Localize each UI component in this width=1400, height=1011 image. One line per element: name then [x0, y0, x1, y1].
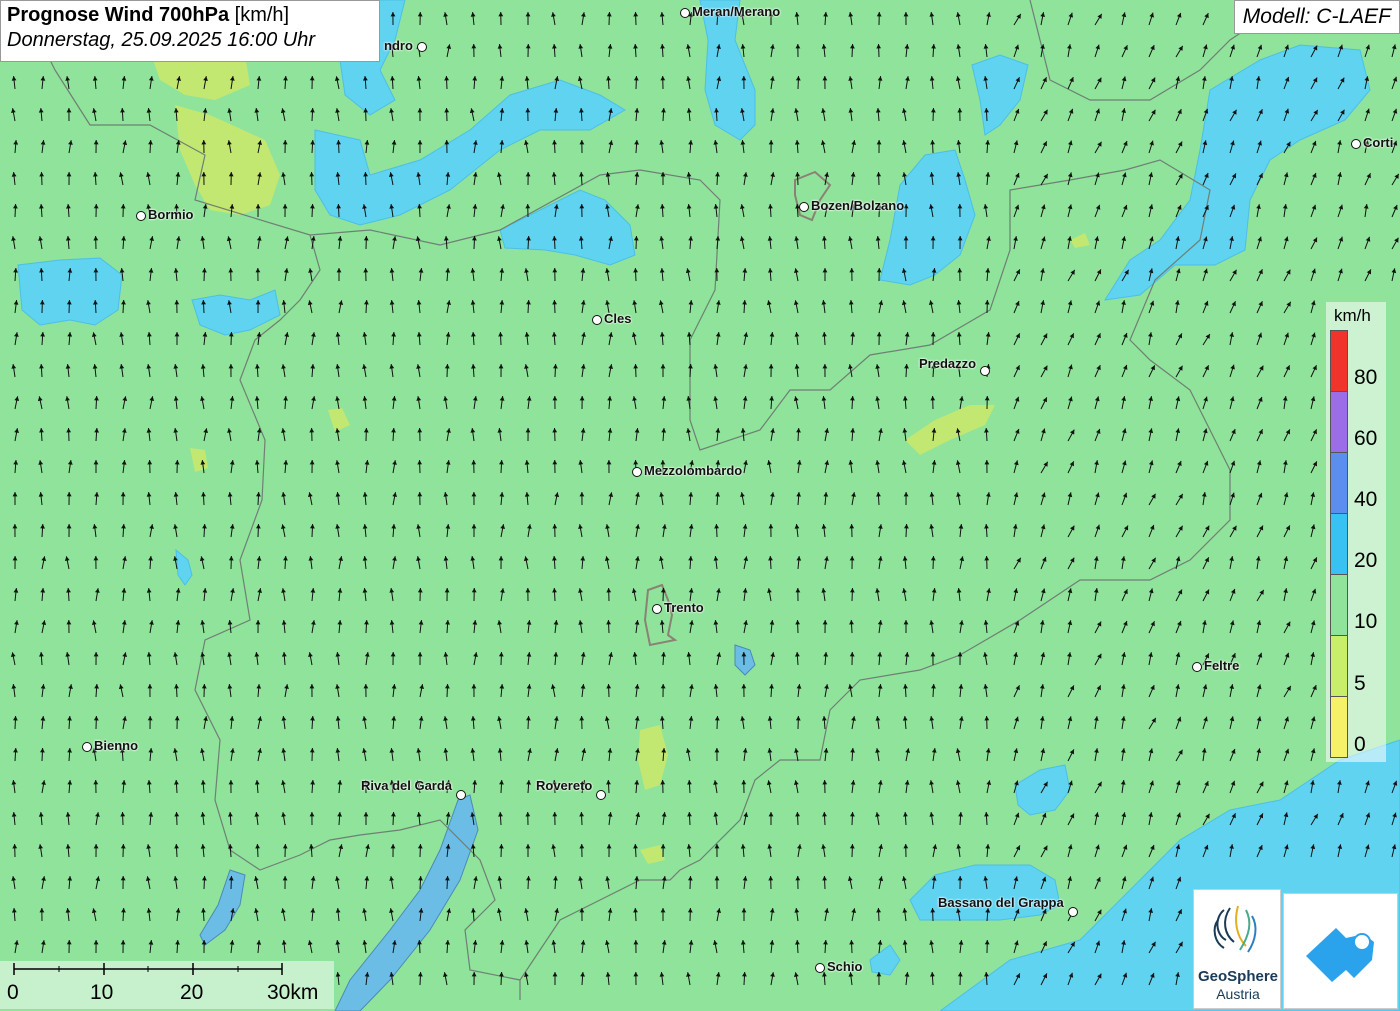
- city-label: Feltre: [1204, 658, 1240, 673]
- city-label: Predazzo: [919, 356, 977, 371]
- weather-app-icon: [1306, 928, 1374, 982]
- city-dot: [596, 789, 607, 800]
- legend-label-60: 60: [1354, 427, 1378, 450]
- city-label: Schio: [827, 959, 863, 974]
- city-dot: [632, 466, 642, 477]
- city-corti: Corti: [1351, 135, 1393, 150]
- city-bormio: Bormio: [136, 207, 194, 222]
- city-label: Riva del Garda: [361, 778, 453, 793]
- city-bassano: Bassano del Grappa: [938, 895, 1080, 917]
- city-meran: Meran/Merano: [680, 4, 780, 19]
- city-label: Rovereto: [536, 778, 593, 793]
- city-trento: Trento: [652, 600, 704, 615]
- map-title: Prognose Wind 700hPa [km/h]: [7, 4, 373, 27]
- color-legend: km/h 80 60 40 20 10 5 0: [1326, 302, 1386, 762]
- geosphere-logo[interactable]: GeoSphere Austria: [1193, 889, 1281, 1009]
- legend-band-20: [1330, 513, 1348, 575]
- scale-label-0: 0: [7, 981, 19, 1004]
- legend-band-10: [1330, 574, 1348, 636]
- scale-label-30km: 30km: [267, 981, 319, 1004]
- geosphere-name: GeoSphere: [1197, 968, 1279, 985]
- city-dot: [592, 314, 602, 325]
- legend-label-5: 5: [1354, 672, 1366, 695]
- city-label: Mezzolombardo: [644, 463, 743, 478]
- title-bold: Prognose Wind 700hPa: [7, 4, 230, 26]
- city-bienno: Bienno: [82, 738, 138, 753]
- scale-label-20: 20: [180, 981, 204, 1004]
- model-label: Modell: C-LAEF: [1233, 0, 1400, 34]
- city-dot: [82, 741, 92, 752]
- geosphere-country: Austria: [1216, 986, 1260, 1002]
- city-dot: [1067, 906, 1078, 917]
- legend-unit: km/h: [1334, 306, 1371, 325]
- city-label: Bienno: [94, 738, 139, 753]
- legend-band-80: [1330, 330, 1348, 392]
- forecast-datetime: Donnerstag, 25.09.2025 16:00 Uhr: [7, 29, 315, 51]
- city-label: Cles: [604, 311, 632, 326]
- city-dot: [1351, 138, 1361, 149]
- scale-bar: 0 10 20 30km: [0, 961, 334, 1009]
- city-label: Bormio: [148, 207, 194, 222]
- city-mezzolombardo: Mezzolombardo: [632, 463, 742, 478]
- title-box: Prognose Wind 700hPa [km/h] Donnerstag, …: [0, 0, 380, 62]
- city-dot: [815, 962, 825, 973]
- legend-band-0: [1330, 696, 1348, 758]
- legend-label-10: 10: [1354, 610, 1378, 633]
- city-ndro: ndro: [384, 38, 429, 53]
- city-dot: [456, 789, 467, 800]
- city-label: Bassano del Grappa: [938, 895, 1064, 910]
- city-cles: Cles: [592, 311, 631, 326]
- legend-band-60: [1330, 391, 1348, 453]
- city-dot: [652, 603, 662, 614]
- legend-label-40: 40: [1354, 488, 1378, 511]
- title-unit: [km/h]: [234, 4, 290, 26]
- legend-band-5: [1330, 635, 1348, 697]
- city-dot: [1192, 661, 1202, 672]
- city-dot: [416, 41, 427, 52]
- city-schio: Schio: [815, 959, 862, 974]
- geosphere-emblem-icon: [1213, 905, 1257, 953]
- city-label: Bozen/Bolzano: [811, 198, 905, 213]
- city-predazzo: Predazzo: [919, 356, 992, 376]
- city-bozen: Bozen/Bolzano: [799, 198, 904, 213]
- city-rovereto: Rovereto: [536, 778, 608, 800]
- city-dot: [680, 7, 690, 18]
- legend-label-0: 0: [1354, 733, 1366, 756]
- city-dot: [136, 210, 146, 221]
- city-dot: [799, 201, 809, 212]
- wind-map: [0, 0, 1400, 1011]
- city-label: Meran/Merano: [692, 4, 781, 19]
- legend-label-80: 80: [1354, 366, 1378, 389]
- city-label: ndro: [384, 38, 413, 53]
- city-feltre: Feltre: [1192, 658, 1239, 673]
- app-logo[interactable]: [1283, 893, 1398, 1009]
- city-label: Corti: [1363, 135, 1394, 150]
- city-label: Trento: [664, 600, 704, 615]
- legend-band-40: [1330, 452, 1348, 514]
- scale-label-10: 10: [90, 981, 114, 1004]
- legend-label-20: 20: [1354, 549, 1378, 572]
- city-riva: Riva del Garda: [361, 778, 468, 800]
- city-dot: [980, 365, 991, 376]
